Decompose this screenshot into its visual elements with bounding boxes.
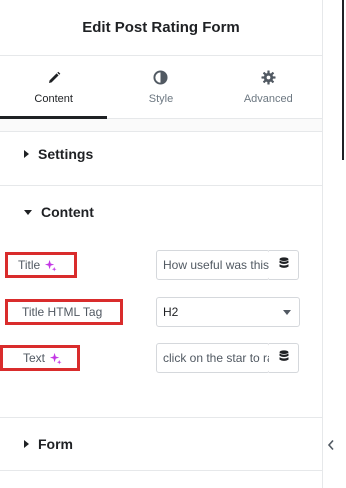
caret-right-icon xyxy=(24,150,29,158)
chevron-down-icon xyxy=(283,310,291,315)
database-icon xyxy=(279,256,289,274)
title-html-tag-label: Title HTML Tag xyxy=(5,299,123,325)
gear-icon xyxy=(260,70,276,86)
panel-title: Edit Post Rating Form xyxy=(82,19,240,36)
title-field-row: Title How useful was this post? xyxy=(0,249,322,281)
text-input[interactable]: click on the star to rate it xyxy=(156,343,270,373)
canvas-edge-line xyxy=(342,0,344,160)
title-html-tag-value: H2 xyxy=(163,305,179,319)
tab-advanced-label: Advanced xyxy=(243,92,293,105)
title-html-tag-select[interactable]: H2 xyxy=(156,297,300,327)
caret-down-icon xyxy=(24,209,32,215)
title-field-label: Title xyxy=(5,252,77,278)
title-label-text: Title xyxy=(18,258,41,272)
section-form-label: Form xyxy=(38,436,73,452)
text-label-text: Text xyxy=(23,351,46,365)
text-field-row: Text click on the star to rate it xyxy=(0,342,322,374)
tab-spacer xyxy=(0,119,322,132)
tab-bar: Content Style Advanced xyxy=(0,56,322,119)
section-form-toggle[interactable]: Form xyxy=(0,418,322,470)
dynamic-tags-button[interactable] xyxy=(269,250,299,280)
tab-style[interactable]: Style xyxy=(107,56,214,118)
panel-header: Edit Post Rating Form xyxy=(0,0,322,56)
section-content-label: Content xyxy=(41,204,94,220)
section-settings-label: Settings xyxy=(38,146,94,162)
tab-content-label: Content xyxy=(34,92,73,105)
title-html-tag-row: Title HTML Tag H2 xyxy=(0,296,322,328)
caret-right-icon xyxy=(24,440,29,448)
tab-style-label: Style xyxy=(148,92,174,105)
chevron-left-icon xyxy=(327,438,335,456)
database-icon xyxy=(279,349,289,367)
title-input[interactable]: How useful was this post? xyxy=(156,250,270,280)
dynamic-tags-button[interactable] xyxy=(269,343,299,373)
panel-collapse-toggle[interactable] xyxy=(324,432,338,462)
section-content-toggle[interactable]: Content xyxy=(0,186,322,238)
section-divider xyxy=(0,470,322,471)
ai-sparkle-icon[interactable] xyxy=(44,259,57,272)
editor-panel: Edit Post Rating Form Content Style Adva… xyxy=(0,0,323,488)
ai-sparkle-icon[interactable] xyxy=(49,352,62,365)
tab-advanced[interactable]: Advanced xyxy=(215,56,322,118)
pencil-icon xyxy=(46,70,62,86)
section-settings-toggle[interactable]: Settings xyxy=(0,132,322,176)
half-circle-icon xyxy=(153,70,169,86)
tab-content[interactable]: Content xyxy=(0,56,108,119)
title-html-tag-label-text: Title HTML Tag xyxy=(22,305,103,319)
text-field-label: Text xyxy=(0,345,80,371)
